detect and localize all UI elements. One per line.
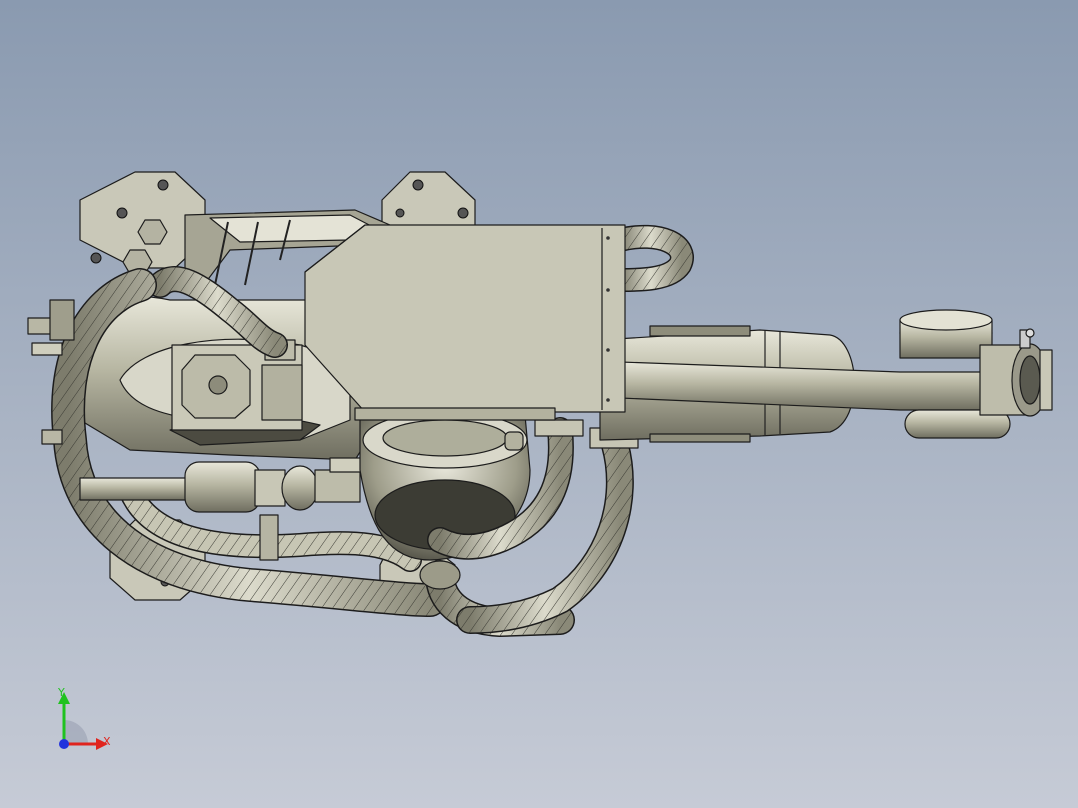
control-box — [304, 224, 626, 413]
hose-clamp-1 — [534, 419, 584, 437]
cad-viewport[interactable]: Y X — [0, 0, 1078, 808]
triad-y-label: Y — [58, 686, 65, 699]
model-canvas[interactable] — [0, 0, 1078, 808]
actuator-end — [281, 465, 319, 511]
actuator-body — [184, 461, 261, 513]
forearm-fins — [649, 325, 751, 337]
actuator-rod — [79, 477, 191, 501]
left-fitting-3 — [41, 429, 63, 445]
z-axis-dot — [59, 739, 69, 749]
coordinate-triad — [58, 692, 108, 750]
triad-x-label: X — [103, 735, 111, 748]
left-fitting-2 — [31, 342, 63, 356]
motor-shaft — [208, 375, 228, 395]
